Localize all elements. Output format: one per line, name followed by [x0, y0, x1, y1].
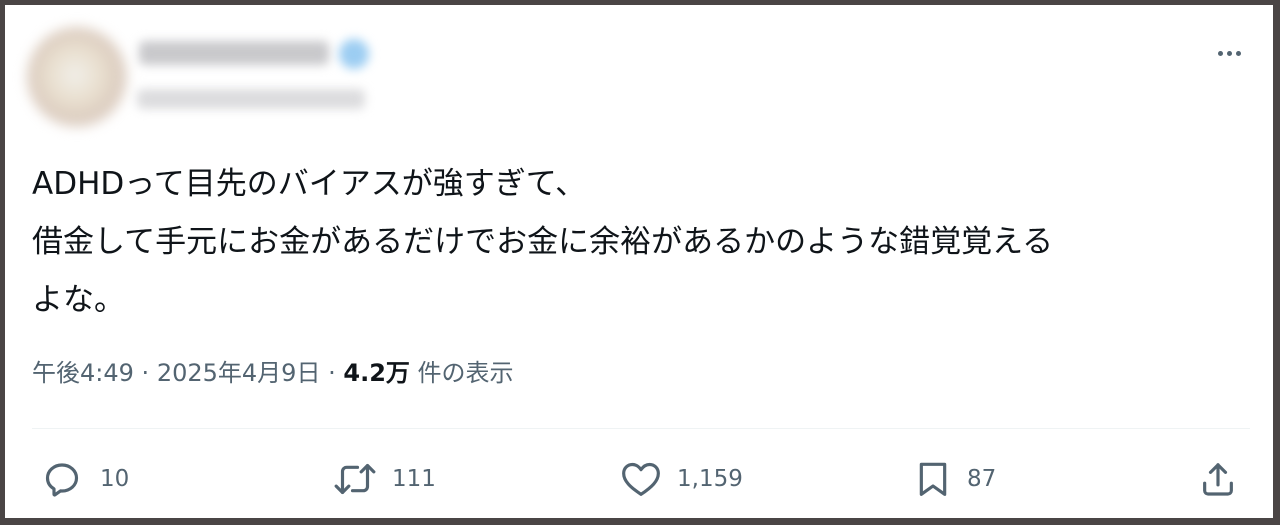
more-options-button[interactable] — [1205, 35, 1253, 71]
more-dot — [1236, 51, 1241, 56]
more-horizontal-icon — [1218, 51, 1223, 56]
retweet-icon — [334, 463, 376, 495]
tweet-metadata: 午後4:49 · 2025年4月9日 · 4.2万 件の表示 — [32, 353, 514, 388]
retweet-button[interactable]: 111 — [332, 459, 436, 499]
heart-icon — [622, 462, 660, 496]
tweet-text-line: よな。 — [32, 282, 125, 318]
bookmark-icon — [919, 462, 947, 496]
tweet-text-line: ADHDって目先のバイアスが強すぎて、 — [32, 166, 587, 202]
tweet-text-line: 借金して手元にお金があるだけでお金に余裕があるかのような錯覚覚える — [32, 224, 1054, 260]
tweet-date[interactable]: 2025年4月9日 — [157, 359, 321, 387]
display-name-blurred[interactable] — [139, 41, 329, 65]
avatar[interactable] — [27, 27, 127, 127]
reply-icon — [45, 463, 79, 497]
username-handle-blurred[interactable] — [137, 89, 365, 109]
retweet-count: 111 — [392, 466, 436, 492]
more-dot — [1227, 51, 1232, 56]
tweet-text: ADHDって目先のバイアスが強すぎて、 借金して手元にお金があるだけでお金に余裕… — [32, 155, 1267, 329]
bookmark-count: 87 — [967, 466, 997, 492]
like-button[interactable]: 1,159 — [619, 459, 743, 499]
reply-count: 10 — [100, 466, 130, 492]
tweet-card: ADHDって目先のバイアスが強すぎて、 借金して手元にお金があるだけでお金に余裕… — [5, 5, 1273, 518]
meta-separator: · — [328, 359, 336, 387]
share-icon — [1203, 463, 1233, 496]
verified-badge-icon — [339, 39, 369, 69]
share-button[interactable] — [1198, 459, 1238, 499]
meta-separator: · — [141, 359, 150, 387]
views-label: 件の表示 — [417, 359, 514, 387]
divider — [32, 428, 1250, 429]
views-count[interactable]: 4.2万 — [343, 359, 410, 387]
bookmark-button[interactable]: 87 — [913, 459, 996, 499]
reply-button[interactable]: 10 — [42, 459, 129, 499]
tweet-time[interactable]: 午後4:49 — [32, 359, 134, 387]
like-count: 1,159 — [677, 466, 743, 492]
